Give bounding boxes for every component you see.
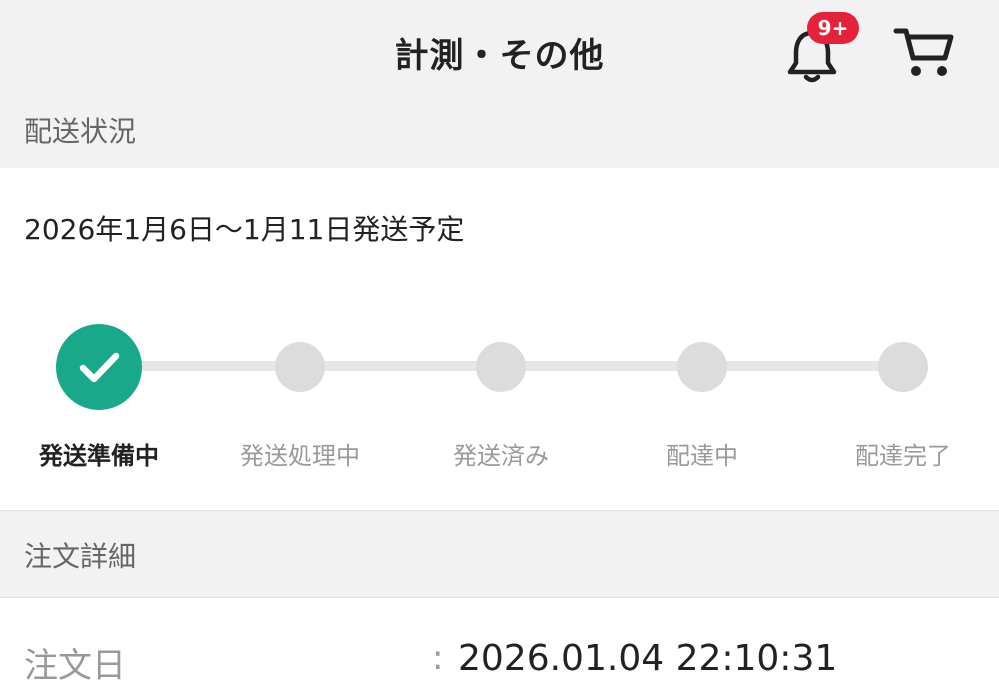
step-4-label: 配達中 xyxy=(666,442,738,470)
shipping-date: 2026年1月6日〜1月11日発送予定 xyxy=(24,213,465,246)
step-3-dot xyxy=(476,342,526,392)
order-date-separator: : xyxy=(432,638,444,678)
order-details-title: 注文詳細 xyxy=(24,540,137,573)
order-date-row: 注文日 : 2026.01.04 22:10:31 xyxy=(0,620,999,686)
cart-icon[interactable] xyxy=(893,25,955,80)
step-4-dot xyxy=(677,342,727,392)
step-2-label: 発送処理中 xyxy=(240,442,360,470)
order-date-value: 2026.01.04 22:10:31 xyxy=(458,638,838,679)
step-3-label: 発送済み xyxy=(453,442,549,470)
step-5-dot xyxy=(878,342,928,392)
shipping-status-title: 配送状況 xyxy=(24,115,137,148)
step-2-dot xyxy=(275,342,325,392)
notification-badge: 9+ xyxy=(807,12,859,44)
shipping-status-header: 配送状況 xyxy=(0,106,999,168)
step-5-label: 配達完了 xyxy=(855,442,951,470)
order-date-label: 注文日 xyxy=(24,646,126,686)
step-1-check-icon xyxy=(56,324,142,410)
order-details-header: 注文詳細 xyxy=(0,510,999,598)
shipping-progress-tracker: 発送準備中 発送処理中 発送済み 配達中 配達完了 xyxy=(0,300,999,500)
top-header: 計測・その他 9+ xyxy=(0,0,999,106)
step-1-label: 発送準備中 xyxy=(39,442,159,470)
